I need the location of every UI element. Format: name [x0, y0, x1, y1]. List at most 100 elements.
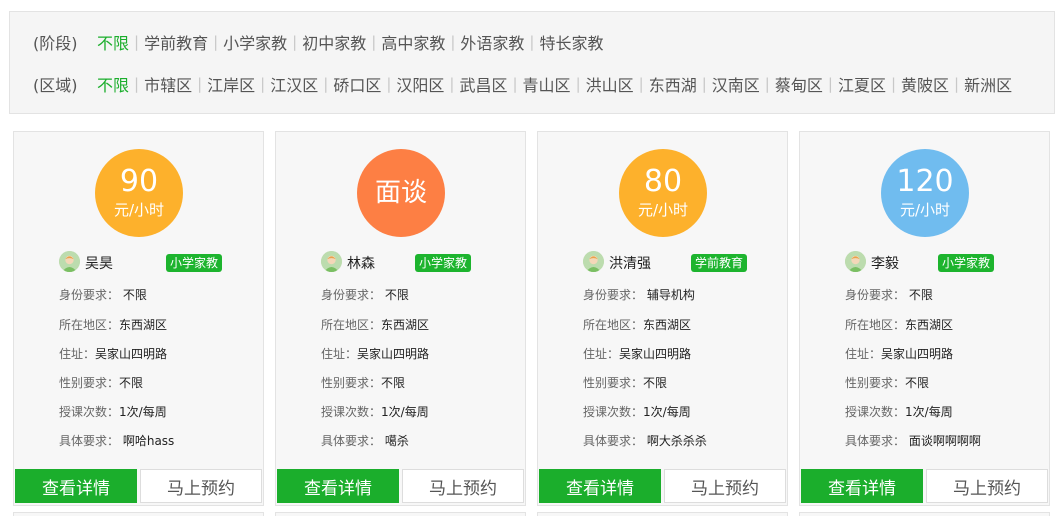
filter-panel: (阶段) 不限 | 学前教育 | 小学家教 | 初中家教 | 高中家教 | 外语家教 | 特长家教 (区… — [9, 11, 1055, 114]
gender-row: 性别要求：不限 — [59, 374, 143, 391]
region-filter-option[interactable]: 黄陂区 — [901, 72, 949, 96]
gender-value: 不限 — [119, 376, 144, 390]
tutor-card: 90 元/小时 吴昊 小学家教 身份要求： 不限 所在地区：东西湖区 住址：吴家… — [13, 131, 264, 506]
detail-label: 具体要求： — [845, 434, 906, 448]
lessons-row: 授课次数：1次/每周 — [321, 403, 429, 420]
region-filter-option[interactable]: 江岸区 — [207, 72, 255, 96]
stage-filter-label: (阶段) — [33, 34, 78, 53]
price-value: 面谈 — [374, 178, 427, 208]
tutor-card: 120 元/小时 李毅 小学家教 身份要求： 不限 所在地区：东西湖区 住址：吴… — [799, 131, 1050, 506]
lessons-value: 1次/每周 — [905, 405, 953, 419]
stage-filter-option[interactable]: 初中家教 — [302, 30, 366, 54]
area-row: 所在地区：东西湖区 — [845, 316, 953, 333]
stage-filter-option[interactable]: 特长家教 — [539, 30, 603, 54]
filter-separator: | — [197, 75, 203, 93]
next-row-card — [275, 512, 526, 516]
view-details-button[interactable]: 查看详情 — [539, 469, 661, 503]
filter-separator: | — [701, 75, 707, 93]
price-badge: 80 元/小时 — [619, 149, 707, 237]
stage-filter-option[interactable]: 外语家教 — [460, 30, 524, 54]
category-tag: 学前教育 — [691, 254, 748, 272]
region-filter-option[interactable]: 不限 — [97, 72, 129, 96]
area-label: 所在地区： — [583, 318, 644, 332]
region-filter-option[interactable]: 汉南区 — [712, 72, 760, 96]
address-row: 住址：吴家山四明路 — [583, 345, 691, 362]
detail-row: 具体要求： 啊哈hass — [59, 432, 174, 449]
price-value: 120 — [896, 164, 954, 199]
book-now-button[interactable]: 马上预约 — [664, 469, 786, 503]
filter-separator: | — [134, 75, 140, 93]
area-value: 东西湖区 — [905, 318, 954, 332]
identity-row: 身份要求： 不限 — [845, 286, 933, 303]
region-filter-option[interactable]: 青山区 — [523, 72, 571, 96]
stage-filter-option[interactable]: 学前教育 — [144, 30, 208, 54]
lessons-row: 授课次数：1次/每周 — [845, 403, 953, 420]
filter-separator: | — [134, 33, 140, 51]
view-details-button[interactable]: 查看详情 — [15, 469, 137, 503]
region-filter-row: (区域) 不限 | 市辖区 | 江岸区 | 江汉区 | 硚口区 | 汉阳区 | 武昌区 | 青山区 | 洪山区 |… — [33, 72, 1012, 96]
filter-separator: | — [638, 75, 644, 93]
region-filter-option[interactable]: 汉阳区 — [396, 72, 444, 96]
gender-label: 性别要求： — [845, 376, 906, 390]
price-value: 90 — [119, 164, 159, 199]
identity-label: 身份要求： — [845, 288, 906, 302]
identity-value: 辅导机构 — [646, 288, 695, 302]
region-filter-option[interactable]: 江夏区 — [838, 72, 886, 96]
gender-row: 性别要求：不限 — [583, 374, 667, 391]
book-now-button[interactable]: 马上预约 — [402, 469, 524, 503]
detail-value: 啊哈hass — [122, 434, 175, 448]
stage-filter-option[interactable]: 不限 — [97, 30, 129, 54]
lessons-value: 1次/每周 — [381, 405, 429, 419]
price-unit: 元/小时 — [637, 201, 689, 219]
tutor-name: 李毅 — [871, 256, 899, 272]
filter-separator: | — [575, 75, 581, 93]
stage-filter-option[interactable]: 小学家教 — [223, 30, 287, 54]
region-filter-option[interactable]: 江汉区 — [270, 72, 318, 96]
stage-filter-option[interactable]: 高中家教 — [381, 30, 445, 54]
view-details-button[interactable]: 查看详情 — [277, 469, 399, 503]
detail-label: 具体要求： — [59, 434, 120, 448]
region-filter-option[interactable]: 武昌区 — [459, 72, 507, 96]
avatar-icon — [321, 251, 342, 272]
area-label: 所在地区： — [59, 318, 120, 332]
view-details-button[interactable]: 查看详情 — [801, 469, 923, 503]
price-unit: 元/小时 — [899, 201, 951, 219]
detail-row: 具体要求： 噶杀 — [321, 432, 409, 449]
lessons-label: 授课次数： — [59, 405, 120, 419]
book-now-button[interactable]: 马上预约 — [926, 469, 1048, 503]
stage-filter-row: (阶段) 不限 | 学前教育 | 小学家教 | 初中家教 | 高中家教 | 外语家教 | 特长家教 — [33, 30, 603, 54]
lessons-value: 1次/每周 — [119, 405, 167, 419]
identity-row: 身份要求： 辅导机构 — [583, 286, 695, 303]
lessons-label: 授课次数： — [583, 405, 644, 419]
address-value: 吴家山四明路 — [95, 347, 168, 361]
address-label: 住址： — [59, 347, 96, 361]
detail-value: 噶杀 — [384, 434, 409, 448]
identity-label: 身份要求： — [583, 288, 644, 302]
avatar-icon — [59, 251, 80, 272]
region-filter-option[interactable]: 新洲区 — [964, 72, 1012, 96]
region-filter-option[interactable]: 洪山区 — [586, 72, 634, 96]
book-now-button[interactable]: 马上预约 — [140, 469, 262, 503]
tutor-name-row: 李毅 小学家教 — [845, 251, 1015, 273]
filter-separator: | — [954, 75, 960, 93]
area-row: 所在地区：东西湖区 — [321, 316, 429, 333]
filter-separator: | — [292, 33, 298, 51]
address-row: 住址：吴家山四明路 — [321, 345, 429, 362]
gender-label: 性别要求： — [321, 376, 382, 390]
region-filter-option[interactable]: 硚口区 — [333, 72, 381, 96]
address-value: 吴家山四明路 — [881, 347, 954, 361]
detail-value: 啊大杀杀杀 — [646, 434, 707, 448]
detail-label: 具体要求： — [321, 434, 382, 448]
identity-value: 不限 — [908, 288, 933, 302]
identity-row: 身份要求： 不限 — [59, 286, 147, 303]
gender-row: 性别要求：不限 — [321, 374, 405, 391]
region-filter-option[interactable]: 市辖区 — [144, 72, 192, 96]
next-row-card — [799, 512, 1050, 516]
next-row-card — [537, 512, 788, 516]
filter-separator: | — [371, 33, 377, 51]
address-value: 吴家山四明路 — [619, 347, 692, 361]
region-filter-option[interactable]: 蔡甸区 — [775, 72, 823, 96]
avatar-icon — [583, 251, 604, 272]
region-filter-option[interactable]: 东西湖 — [649, 72, 697, 96]
area-value: 东西湖区 — [643, 318, 692, 332]
